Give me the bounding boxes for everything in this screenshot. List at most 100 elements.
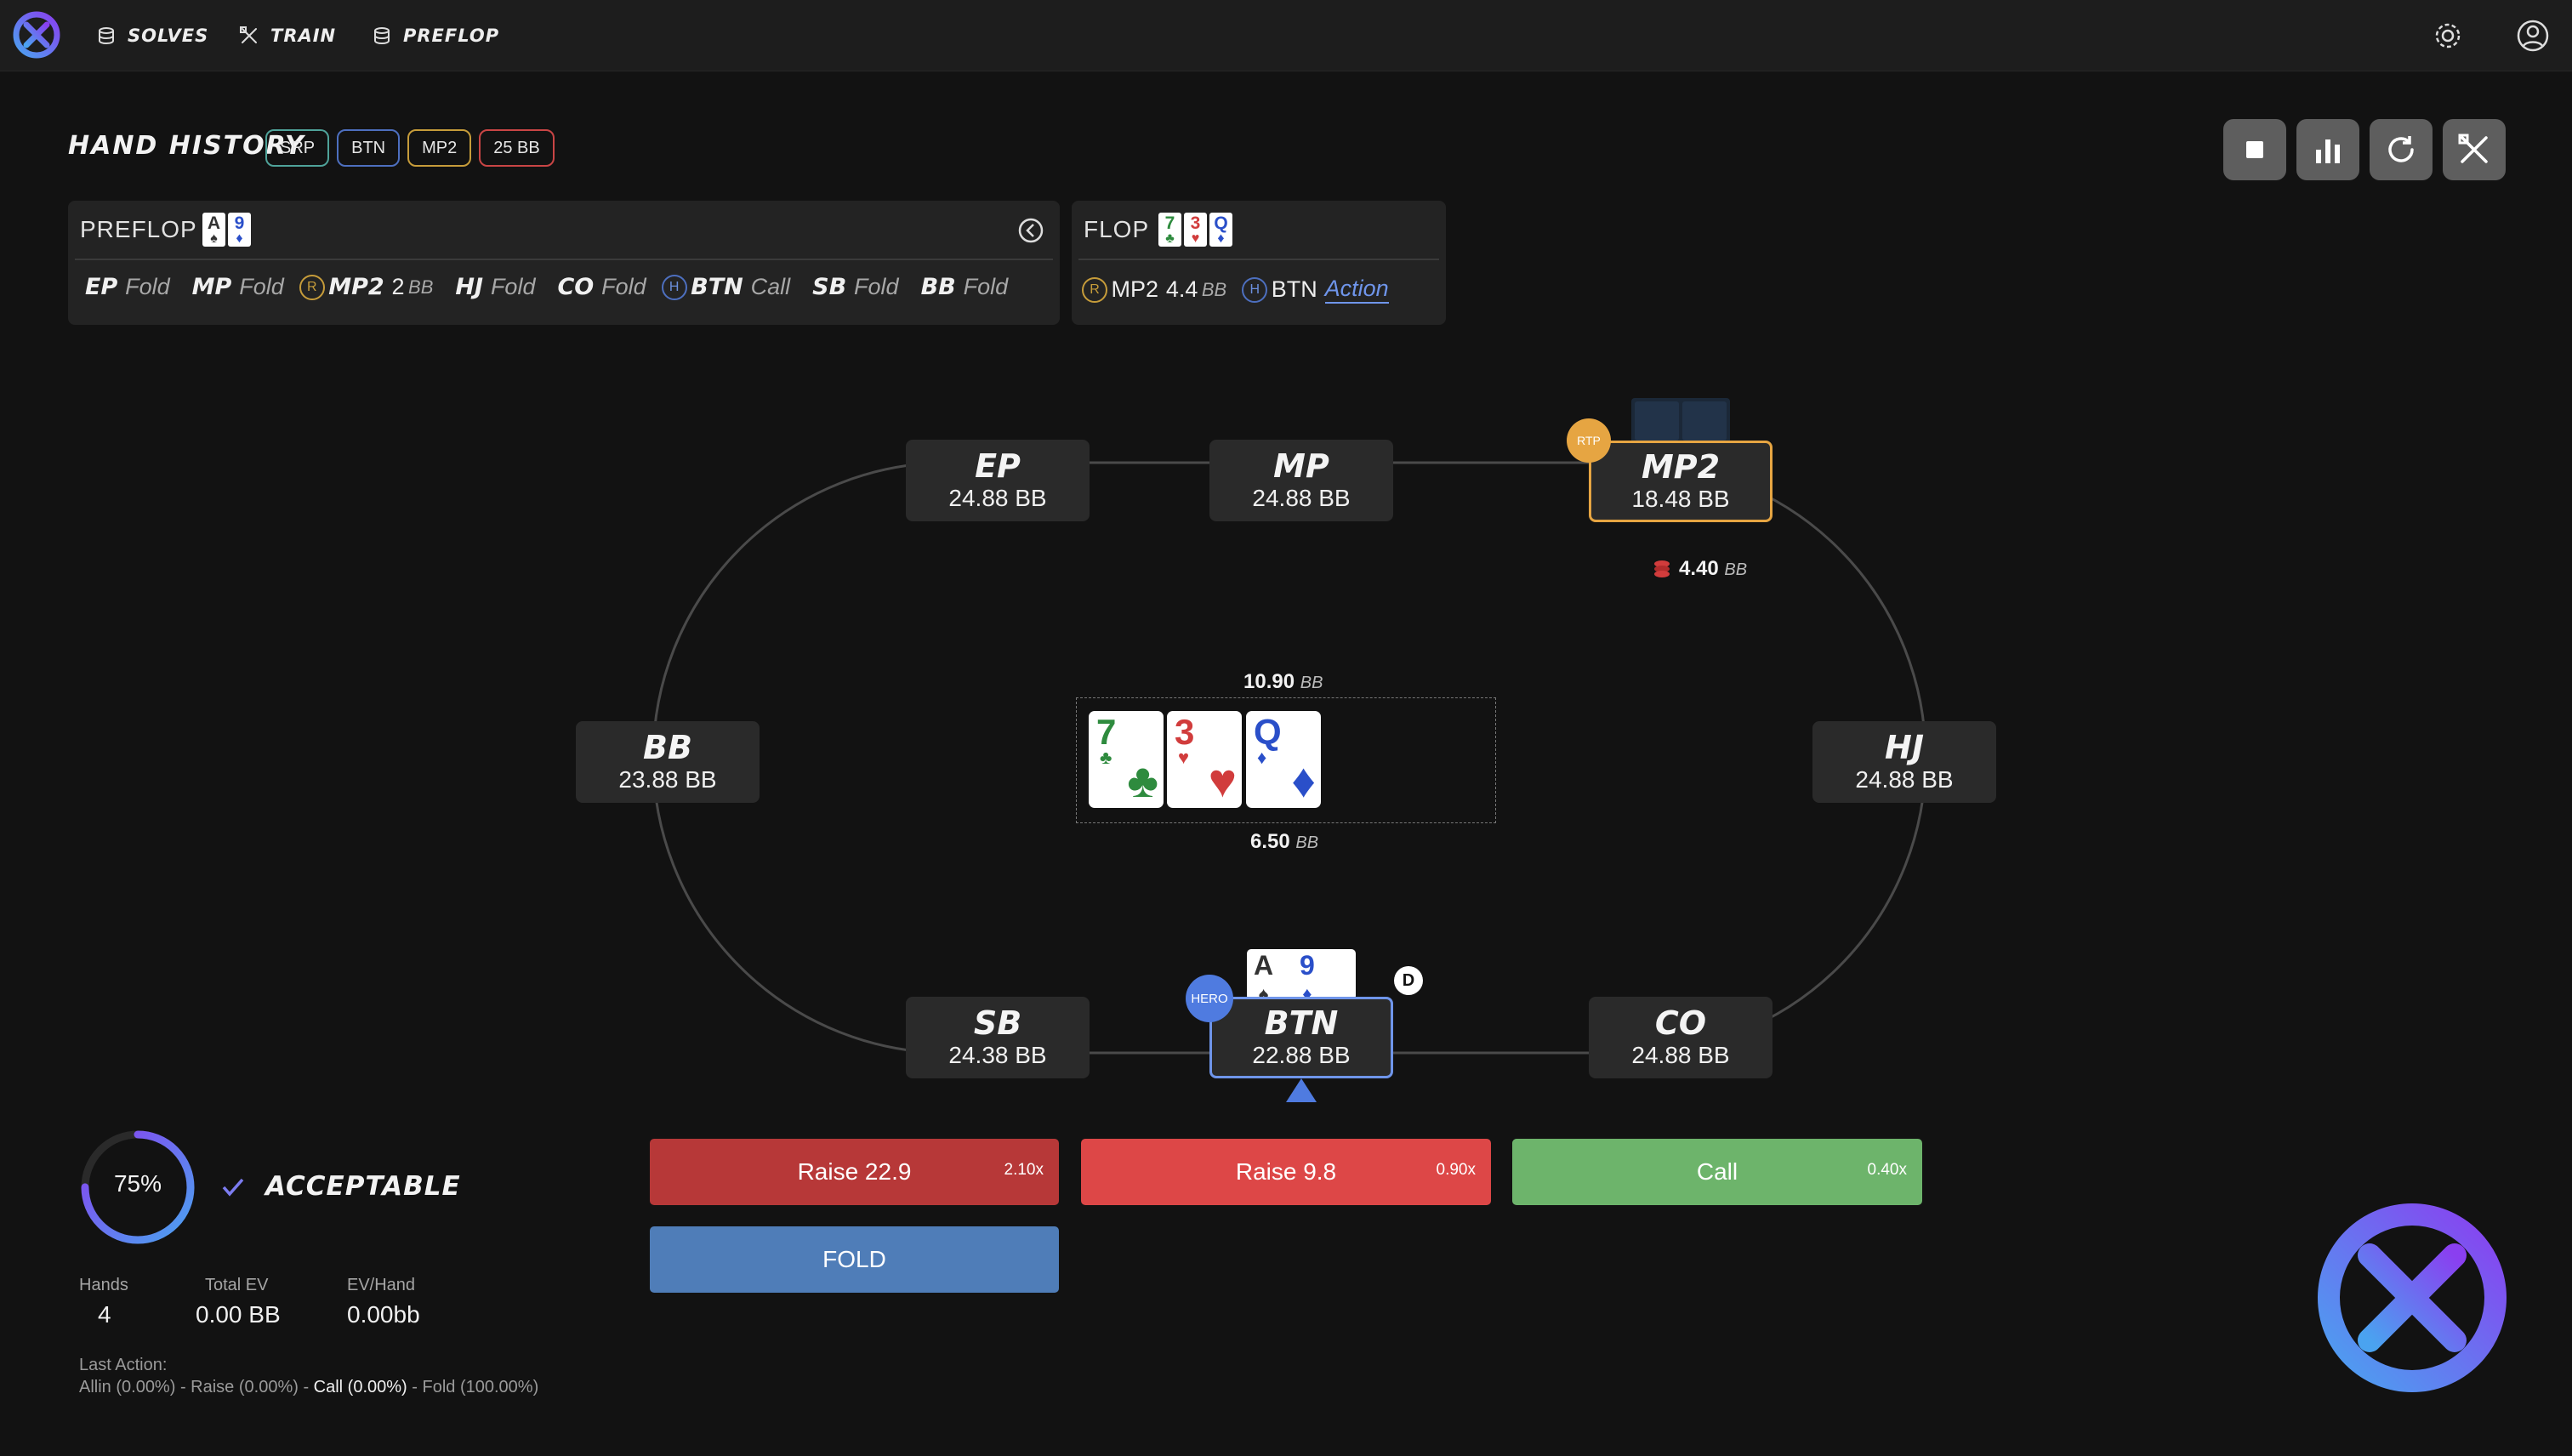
- flop-panel: FLOP 7 ♣ 3 ♥ Q ♦ R MP2 4.4 BB H BTN Action: [1072, 201, 1446, 325]
- seat-stack: 23.88 BB: [618, 766, 717, 793]
- user-icon[interactable]: [2514, 17, 2552, 54]
- action-text: Fold: [490, 274, 536, 299]
- mini-card: Q ♦: [1209, 213, 1232, 247]
- seat-hj[interactable]: HJ 24.88 BB: [1812, 721, 1996, 803]
- raise-9-8-button[interactable]: Raise 9.8 0.90x: [1081, 1139, 1491, 1205]
- action-link[interactable]: Action: [1324, 276, 1389, 304]
- dealer-button: D: [1394, 966, 1423, 995]
- hero-card: 9 ♦: [1300, 950, 1315, 1000]
- flop-title: FLOP: [1084, 216, 1150, 242]
- preflop-panel: PREFLOP A ♠ 9 ♦ EP Fold MP Fold R MP2 2 BB…: [68, 201, 1060, 325]
- action-amount: 2: [391, 274, 405, 299]
- action-text: Fold: [239, 274, 284, 299]
- bar-chart-icon: [2316, 139, 2340, 163]
- action-unit: BB: [1201, 278, 1227, 300]
- last-action-call: Call (0.00%): [313, 1378, 407, 1396]
- button-label: Raise 9.8: [1235, 1158, 1337, 1185]
- hero-badge: H: [1242, 276, 1268, 303]
- hero-card: A ♠: [1254, 950, 1274, 1000]
- stop-icon: [2246, 141, 2263, 158]
- tag-srp: SRP: [265, 129, 330, 167]
- fold-button[interactable]: FOLD: [650, 1226, 1059, 1293]
- seat-mp2[interactable]: MP2 18.48 BB: [1589, 441, 1773, 522]
- tag-stack: 25 BB: [479, 129, 555, 167]
- seat-stack: 24.88 BB: [1252, 485, 1351, 511]
- board-card: 3 ♥ ♥: [1167, 711, 1242, 808]
- total-ev-label: Total EV: [205, 1276, 269, 1294]
- seat-name: BTN: [1264, 1004, 1339, 1042]
- crossed-tools-icon: [240, 26, 257, 43]
- seat-stack: 24.38 BB: [948, 1042, 1047, 1068]
- seat-co[interactable]: CO 24.88 BB: [1589, 997, 1773, 1078]
- database-icon: [374, 27, 390, 45]
- action-amount: 4.4: [1165, 276, 1198, 302]
- nav-preflop-label: PREFLOP: [403, 26, 500, 46]
- button-label: Call: [1696, 1158, 1738, 1185]
- divider: [1078, 259, 1439, 260]
- tools-button[interactable]: [2443, 119, 2506, 180]
- button-label: Raise 22.9: [797, 1158, 912, 1185]
- seat-mp[interactable]: MP 24.88 BB: [1209, 440, 1393, 521]
- nav-train[interactable]: TRAIN: [240, 20, 336, 51]
- preflop-hero-cards: A ♠ 9 ♦: [202, 213, 251, 247]
- raiser-badge: R: [1082, 276, 1107, 303]
- hands-label: Hands: [79, 1276, 128, 1294]
- seat-stack: 24.88 BB: [1631, 1042, 1730, 1068]
- action-text: Fold: [601, 274, 646, 299]
- tag-btn: BTN: [337, 129, 401, 167]
- bet-unit: BB: [1724, 560, 1748, 579]
- button-label: FOLD: [822, 1246, 886, 1272]
- mini-card: A ♠: [202, 213, 225, 247]
- score-value: 75%: [113, 1170, 162, 1197]
- last-action-raise: Raise (0.00%): [191, 1378, 299, 1396]
- crossed-tools-icon: [2458, 134, 2488, 163]
- preflop-title: PREFLOP: [80, 216, 197, 242]
- stats-button[interactable]: [2296, 119, 2359, 180]
- action-unit: BB: [408, 276, 434, 298]
- refresh-button[interactable]: [2370, 119, 2433, 180]
- seat-bb[interactable]: BB 23.88 BB: [576, 721, 760, 803]
- hands-value: 4: [98, 1301, 111, 1328]
- flop-action-line: R MP2 4.4 BB H BTN Action: [1082, 276, 1389, 304]
- mini-card: 7 ♣: [1158, 213, 1181, 247]
- check-icon: [222, 1178, 244, 1197]
- app-logo-icon[interactable]: [12, 10, 61, 60]
- last-action-fold: Fold (100.00%): [422, 1378, 539, 1396]
- seat-stack: 24.88 BB: [1855, 766, 1954, 793]
- seat-sb[interactable]: SB 24.38 BB: [906, 997, 1090, 1078]
- rtp-badge: RTP: [1567, 418, 1611, 463]
- action-pos: HJ: [455, 274, 484, 300]
- bet-amount: 4.40: [1679, 557, 1719, 580]
- seat-name: MP: [1273, 447, 1329, 485]
- action-pos: BB: [920, 274, 956, 300]
- collapse-back-icon[interactable]: [1017, 217, 1044, 244]
- pot-total: 10.90 BB: [1243, 670, 1323, 693]
- gear-icon[interactable]: [2429, 17, 2467, 54]
- tag-mp2: MP2: [407, 129, 472, 167]
- action-pos: MP2: [1111, 276, 1158, 302]
- spot-tags: SRP BTN MP2 25 BB: [265, 129, 555, 167]
- stop-button[interactable]: [2223, 119, 2286, 180]
- hero-badge: HERO: [1186, 975, 1233, 1022]
- seat-name: SB: [973, 1004, 1022, 1042]
- button-frequency: 2.10x: [1004, 1161, 1044, 1179]
- seat-name: HJ: [1885, 729, 1924, 766]
- nav-solves-label: SOLVES: [128, 26, 209, 46]
- divider: [75, 259, 1053, 260]
- ev-hand-label: EV/Hand: [347, 1276, 416, 1294]
- action-pos: SB: [812, 274, 847, 300]
- action-pos: MP: [191, 274, 232, 300]
- nav-solves[interactable]: SOLVES: [97, 20, 208, 51]
- card-back: [1635, 401, 1679, 441]
- seat-stack: 24.88 BB: [948, 485, 1047, 511]
- seat-ep[interactable]: EP 24.88 BB: [906, 440, 1090, 521]
- seat-name: CO: [1654, 1004, 1707, 1042]
- raise-22-9-button[interactable]: Raise 22.9 2.10x: [650, 1139, 1059, 1205]
- mini-card: 3 ♥: [1184, 213, 1207, 247]
- call-button[interactable]: Call 0.40x: [1512, 1139, 1922, 1205]
- hero-badge: H: [661, 274, 687, 300]
- seat-btn[interactable]: BTN 22.88 BB: [1209, 997, 1393, 1078]
- seat-stack: 18.48 BB: [1631, 486, 1730, 512]
- action-text: Fold: [963, 274, 1009, 299]
- nav-preflop[interactable]: PREFLOP: [373, 20, 499, 51]
